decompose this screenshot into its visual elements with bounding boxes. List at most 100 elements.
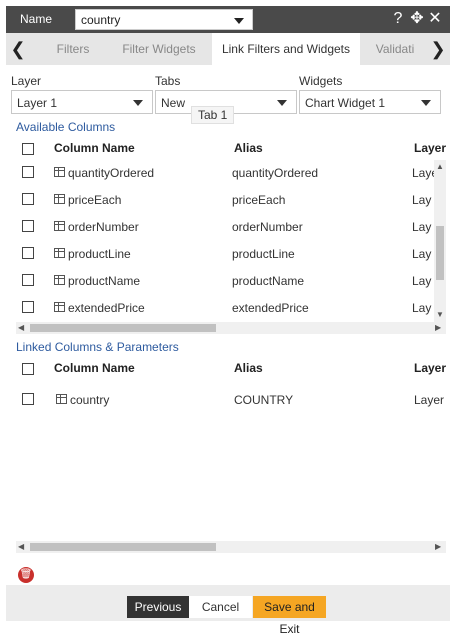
column-icon	[54, 167, 65, 177]
column-name-cell: priceEach	[68, 193, 122, 207]
dialog-footer: Previous Cancel Save and Exit	[6, 585, 450, 636]
horizontal-scrollbar[interactable]: ◀ ▶	[16, 541, 446, 553]
tabs-select-value: New	[161, 96, 186, 110]
tabs-label: Tabs	[155, 74, 181, 88]
column-icon	[54, 194, 65, 204]
layer-cell: Lay	[412, 301, 432, 315]
horizontal-scroll-thumb[interactable]	[30, 543, 216, 551]
linked-columns-table: Column Name Alias Layer country COUNTRY …	[16, 356, 446, 553]
vertical-scrollbar[interactable]: ▲ ▼	[434, 160, 446, 322]
layer-header: Layer	[414, 141, 446, 155]
layer-cell: Lay	[412, 220, 432, 234]
dialog-header: Name country ? ✥ ✕	[6, 6, 450, 33]
widgets-select-value: Chart Widget 1	[305, 96, 386, 110]
column-name-cell: orderNumber	[68, 220, 139, 234]
tab-prev-icon[interactable]: ❮	[6, 33, 30, 65]
row-checkbox[interactable]	[22, 274, 34, 286]
layer-cell: Lay	[412, 274, 432, 288]
name-select-value: country	[81, 13, 121, 27]
table-row[interactable]: productName productName Lay	[16, 267, 446, 294]
table-header: Column Name Alias Layer	[16, 356, 446, 380]
alias-cell: productName	[232, 274, 305, 288]
table-row[interactable]: quantityOrdered quantityOrdered Laye	[16, 159, 446, 186]
column-icon	[54, 275, 65, 285]
table-row[interactable]: country COUNTRY Layer	[16, 386, 446, 413]
horizontal-scroll-thumb[interactable]	[30, 324, 216, 332]
scroll-down-icon[interactable]: ▼	[436, 310, 444, 320]
alias-cell: quantityOrdered	[232, 166, 319, 180]
row-checkbox[interactable]	[22, 247, 34, 259]
alias-cell: priceEach	[232, 193, 286, 207]
chevron-down-icon	[234, 18, 244, 24]
help-icon[interactable]: ?	[390, 9, 406, 29]
column-name-header: Column Name	[54, 141, 135, 155]
vertical-scroll-thumb[interactable]	[436, 226, 444, 280]
table-row[interactable]: extendedPrice extendedPrice Lay	[16, 294, 446, 321]
chevron-down-icon	[133, 100, 143, 106]
row-checkbox[interactable]	[22, 393, 34, 405]
row-checkbox[interactable]	[22, 193, 34, 205]
row-checkbox[interactable]	[22, 301, 34, 313]
dialog: Name country ? ✥ ✕ ❮ Filters Filter Widg…	[6, 6, 450, 636]
scroll-right-icon[interactable]: ▶	[435, 542, 441, 552]
alias-cell: orderNumber	[232, 220, 303, 234]
alias-cell: extendedPrice	[232, 301, 309, 315]
select-all-checkbox[interactable]	[22, 363, 34, 375]
available-columns-table: Column Name Alias Layer quantityOrdered …	[16, 136, 446, 334]
tab-link-filters-and-widgets[interactable]: Link Filters and Widgets	[212, 33, 360, 65]
layer-label: Layer	[11, 74, 42, 88]
widgets-select[interactable]: Chart Widget 1	[299, 90, 441, 114]
table-row[interactable]: productLine productLine Lay	[16, 240, 446, 267]
tabs-tooltip: Tab 1	[191, 106, 235, 124]
tab-filter-widgets[interactable]: Filter Widgets	[110, 33, 208, 65]
chevron-down-icon	[277, 100, 287, 106]
scroll-up-icon[interactable]: ▲	[436, 162, 444, 172]
layer-cell: Lay	[412, 193, 432, 207]
scroll-right-icon[interactable]: ▶	[435, 323, 441, 333]
column-icon	[54, 221, 65, 231]
widgets-label: Widgets	[299, 74, 343, 88]
column-icon	[54, 302, 65, 312]
scroll-left-icon[interactable]: ◀	[18, 323, 24, 333]
column-icon	[54, 248, 65, 258]
cancel-button[interactable]: Cancel	[189, 596, 252, 618]
close-icon[interactable]: ✕	[427, 9, 443, 29]
chevron-down-icon	[421, 100, 431, 106]
alias-header: Alias	[234, 141, 263, 155]
name-label: Name	[20, 12, 53, 26]
layer-cell: Layer	[414, 393, 445, 407]
move-icon[interactable]: ✥	[409, 9, 425, 29]
trash-icon[interactable]: 🗑	[18, 567, 34, 583]
column-name-header: Column Name	[54, 361, 135, 375]
alias-cell: productLine	[232, 247, 295, 261]
column-name-cell: productName	[68, 274, 141, 288]
previous-button[interactable]: Previous	[127, 596, 189, 618]
table-row[interactable]: orderNumber orderNumber Lay	[16, 213, 446, 240]
column-icon	[56, 394, 67, 404]
column-name-cell: country	[70, 393, 110, 407]
save-and-exit-button[interactable]: Save and Exit	[253, 596, 326, 636]
alias-header: Alias	[234, 361, 263, 375]
column-name-cell: productLine	[68, 247, 131, 261]
layer-cell: Lay	[412, 247, 432, 261]
column-name-cell: quantityOrdered	[68, 166, 155, 180]
linked-columns-title: Linked Columns & Parameters	[16, 340, 179, 354]
scroll-left-icon[interactable]: ◀	[18, 542, 24, 552]
row-checkbox[interactable]	[22, 166, 34, 178]
select-all-checkbox[interactable]	[22, 143, 34, 155]
column-name-cell: extendedPrice	[68, 301, 145, 315]
table-header: Column Name Alias Layer	[16, 136, 446, 160]
tab-next-icon[interactable]: ❯	[426, 33, 450, 65]
layer-select-value: Layer 1	[17, 96, 58, 110]
row-checkbox[interactable]	[22, 220, 34, 232]
alias-cell: COUNTRY	[234, 393, 294, 407]
layer-select[interactable]: Layer 1	[11, 90, 153, 114]
available-columns-title: Available Columns	[16, 120, 116, 134]
name-select[interactable]: country	[75, 9, 253, 30]
tab-validation[interactable]: Validati	[368, 33, 422, 65]
horizontal-scrollbar[interactable]: ◀ ▶	[16, 322, 446, 334]
layer-header: Layer	[414, 361, 446, 375]
tab-bar: ❮ Filters Filter Widgets Link Filters an…	[6, 33, 450, 65]
tab-filters[interactable]: Filters	[42, 33, 104, 65]
table-row[interactable]: priceEach priceEach Lay	[16, 186, 446, 213]
